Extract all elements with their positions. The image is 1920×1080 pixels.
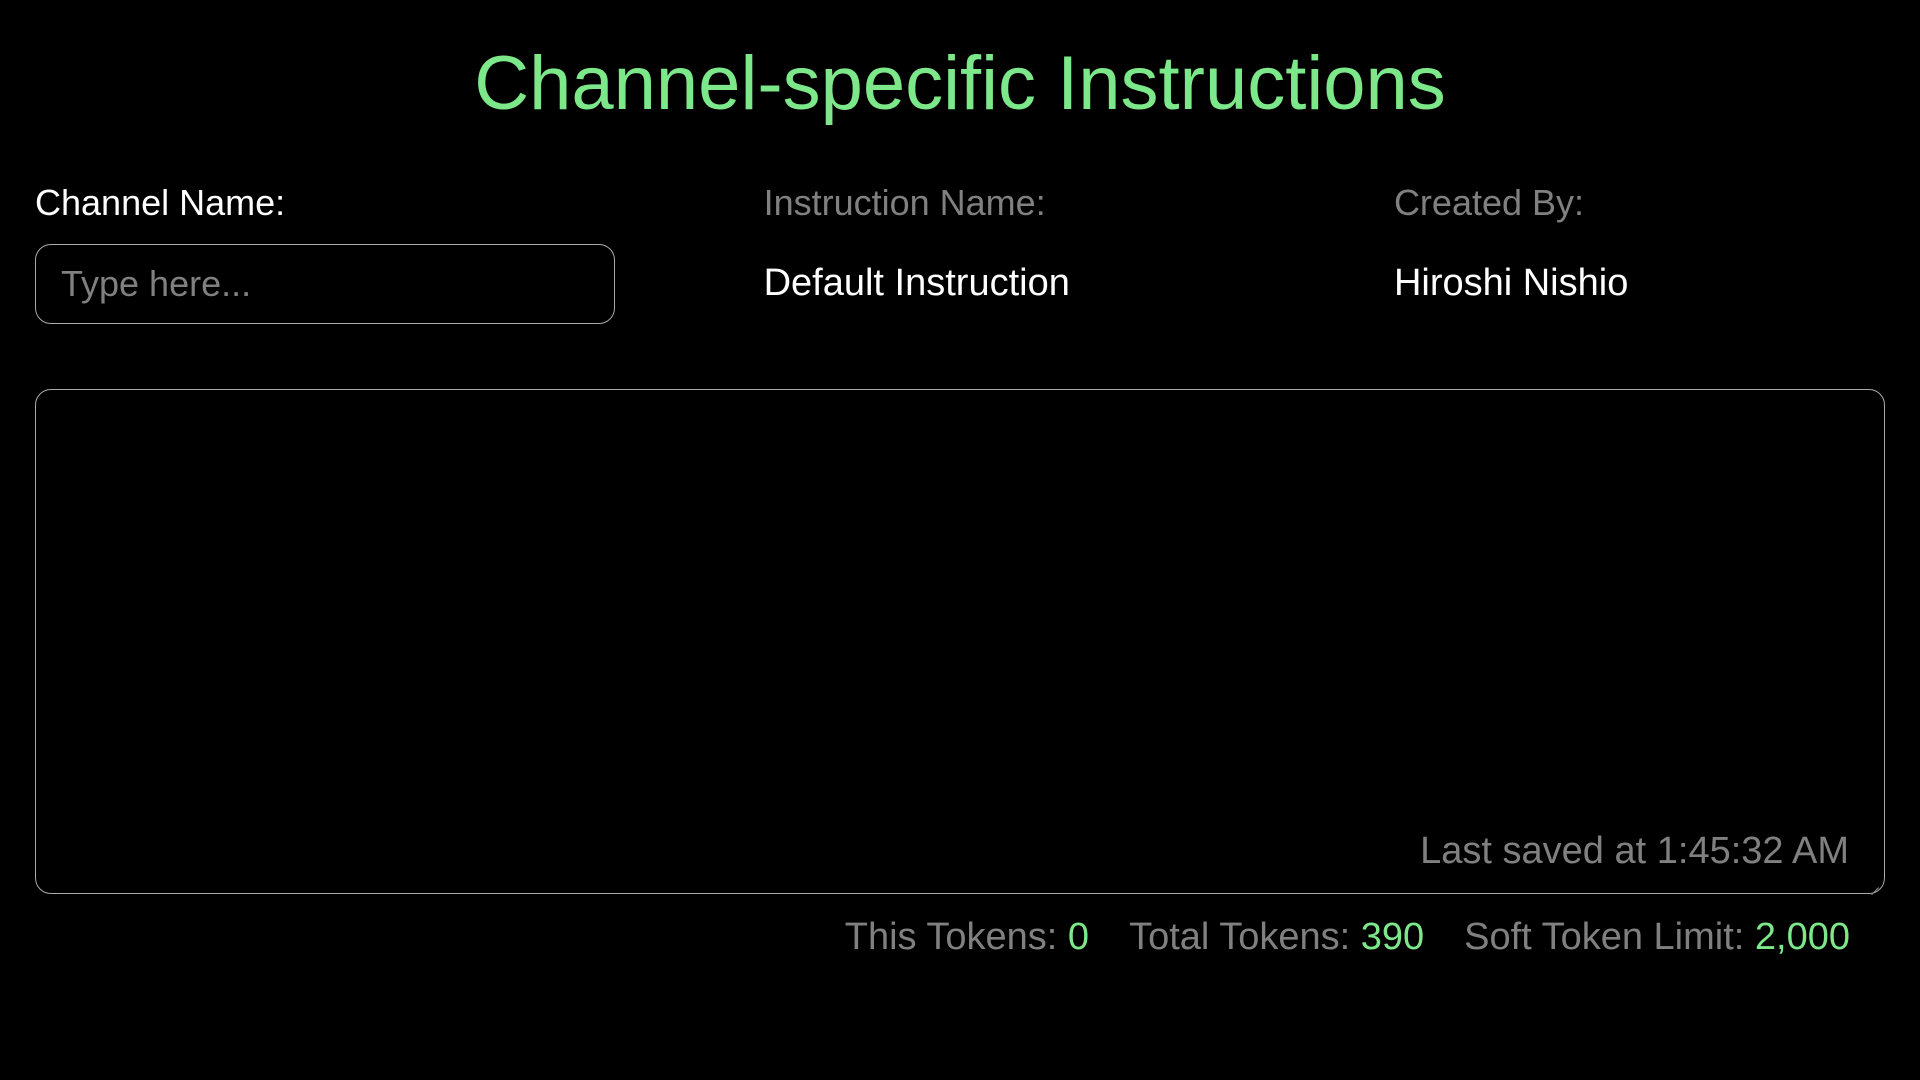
total-tokens-stat: Total Tokens: 390 [1129, 916, 1424, 959]
soft-limit-stat: Soft Token Limit: 2,000 [1464, 916, 1850, 959]
created-by-field-group: Created By: Hiroshi Nishio [1394, 182, 1885, 324]
this-tokens-label: This Tokens: [845, 916, 1068, 958]
channel-name-input[interactable] [35, 244, 615, 324]
content-textarea-wrapper: Last saved at 1:45:32 AM [35, 389, 1885, 894]
total-tokens-label: Total Tokens: [1129, 916, 1361, 958]
soft-limit-value: 2,000 [1755, 916, 1850, 958]
created-by-value: Hiroshi Nishio [1394, 244, 1885, 305]
channel-name-label: Channel Name: [35, 182, 664, 224]
instruction-name-value: Default Instruction [764, 244, 1294, 305]
this-tokens-value: 0 [1068, 916, 1089, 958]
fields-row: Channel Name: Instruction Name: Default … [35, 182, 1885, 324]
channel-name-field-group: Channel Name: [35, 182, 664, 324]
content-textarea[interactable] [56, 410, 1864, 873]
token-stats-row: This Tokens: 0 Total Tokens: 390 Soft To… [35, 916, 1885, 959]
this-tokens-stat: This Tokens: 0 [845, 916, 1089, 959]
page-title: Channel-specific Instructions [35, 40, 1885, 127]
instruction-name-label: Instruction Name: [764, 182, 1294, 224]
instruction-name-field-group: Instruction Name: Default Instruction [764, 182, 1294, 324]
soft-limit-label: Soft Token Limit: [1464, 916, 1755, 958]
total-tokens-value: 390 [1361, 916, 1424, 958]
last-saved-status: Last saved at 1:45:32 AM [1420, 830, 1849, 873]
created-by-label: Created By: [1394, 182, 1885, 224]
resize-handle-icon [1867, 876, 1881, 890]
